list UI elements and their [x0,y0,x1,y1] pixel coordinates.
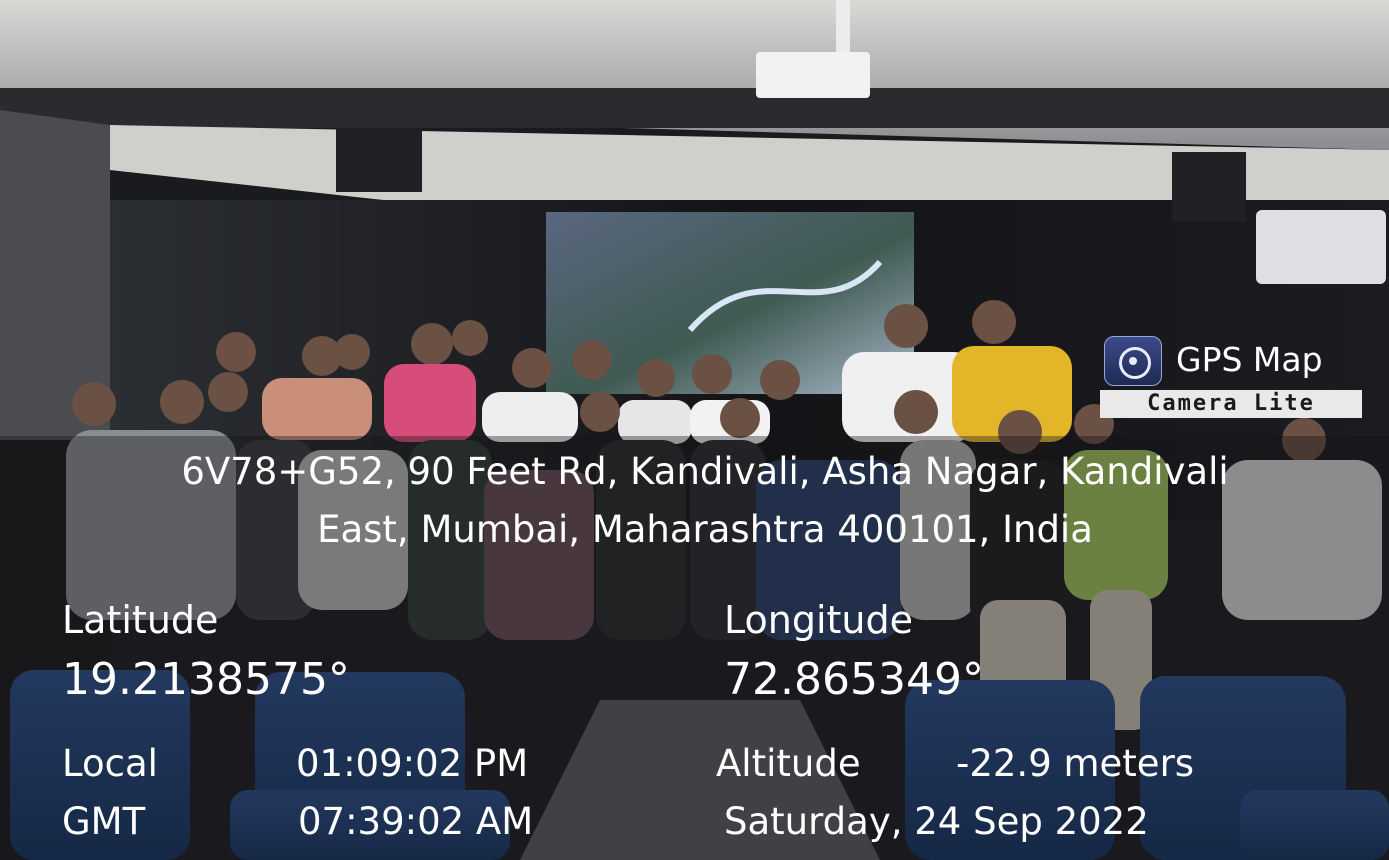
capture-date: Saturday, 24 Sep 2022 [724,800,1149,843]
longitude-label: Longitude [724,598,913,642]
local-time-value: 01:09:02 PM [296,742,529,785]
info-overlay-band [0,436,1389,860]
address-line-2: East, Mumbai, Maharashtra 400101, India [317,508,1093,551]
gmt-time-value: 07:39:02 AM [298,800,534,843]
camera-lens-icon [1104,336,1162,386]
longitude-value: 72.865349° [724,654,984,705]
app-subtitle: Camera Lite [1100,390,1362,418]
altitude-value: -22.9 meters [956,742,1195,785]
latitude-label: Latitude [62,598,219,642]
altitude-label: Altitude [716,742,861,785]
address-line-1: 6V78+G52, 90 Feet Rd, Kandivali, Asha Na… [181,450,1229,493]
app-name: GPS Map [1176,340,1323,379]
app-watermark: GPS Map Camera Lite [1100,336,1368,420]
gmt-time-label: GMT [62,800,146,843]
local-time-label: Local [62,742,158,785]
geotagged-photo: GPS Map Camera Lite 6V78+G52, 90 Feet Rd… [0,0,1389,860]
latitude-value: 19.2138575° [62,654,350,705]
